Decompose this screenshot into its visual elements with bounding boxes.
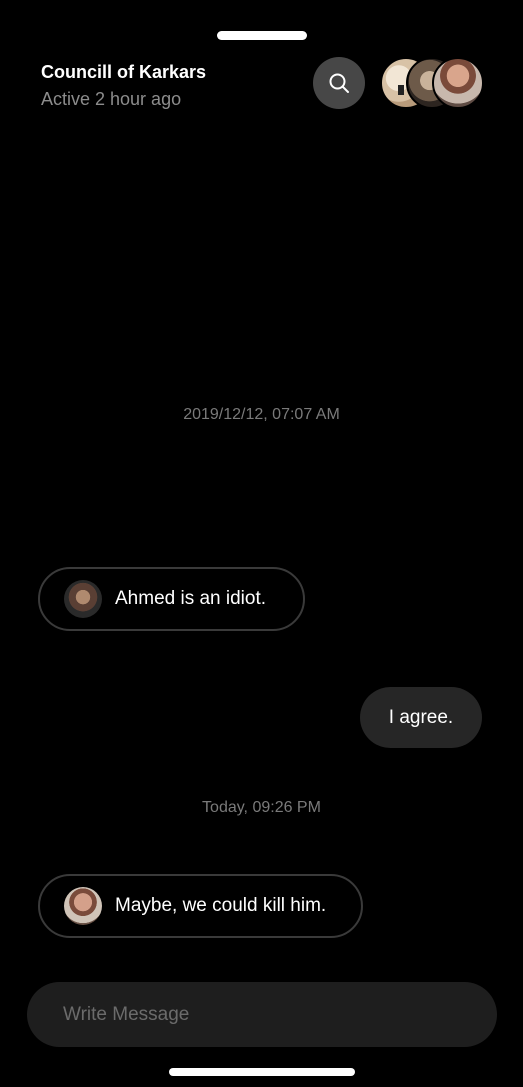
- top-drag-handle[interactable]: [217, 31, 307, 40]
- incoming-message[interactable]: Maybe, we could kill him.: [38, 874, 363, 938]
- search-icon: [329, 73, 349, 93]
- group-avatars[interactable]: [380, 57, 484, 109]
- message-composer[interactable]: [27, 982, 497, 1047]
- message-input[interactable]: [61, 1002, 465, 1027]
- search-button[interactable]: [313, 57, 365, 109]
- avatar: [432, 57, 484, 109]
- chat-header: Councill of Karkars Active 2 hour ago: [41, 61, 301, 110]
- incoming-message[interactable]: Ahmed is an idiot.: [38, 567, 305, 631]
- message-text: Ahmed is an idiot.: [115, 588, 267, 609]
- message-timestamp: Today, 09:26 PM: [202, 799, 321, 816]
- avatar: [64, 887, 102, 925]
- home-indicator[interactable]: [169, 1068, 355, 1076]
- avatar: [64, 580, 102, 618]
- message-timestamp: 2019/12/12, 07:07 AM: [183, 406, 340, 423]
- message-text: Maybe, we could kill him.: [115, 895, 327, 916]
- outgoing-message[interactable]: I agree.: [360, 687, 482, 748]
- chat-status: Active 2 hour ago: [41, 89, 182, 109]
- chat-title: Councill of Karkars: [41, 62, 207, 82]
- message-text: I agree.: [388, 706, 454, 728]
